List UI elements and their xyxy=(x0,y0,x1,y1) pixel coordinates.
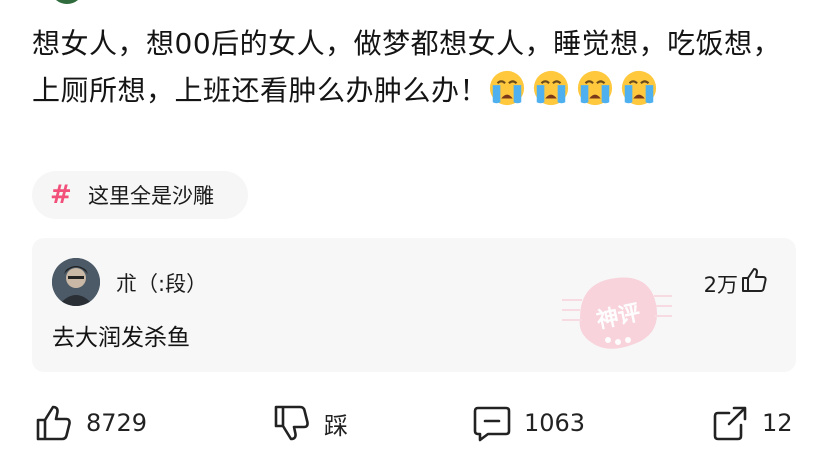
thumbs-down-icon xyxy=(274,405,309,441)
topic-tag[interactable]: # 这里全是沙雕 xyxy=(32,171,248,219)
like-button[interactable]: 8729 xyxy=(34,392,147,454)
comment-icon xyxy=(473,406,511,442)
dislike-label: 踩 xyxy=(324,411,348,440)
thumbs-up-icon xyxy=(36,405,71,441)
god-comment-stamp: 神评 xyxy=(562,277,672,349)
hot-comment-card[interactable]: 神评 朮（:段） 2万 去大润发杀鱼 xyxy=(32,238,796,372)
action-bar: 8729 踩 1063 12 xyxy=(0,392,828,454)
commenter-avatar[interactable] xyxy=(52,258,100,306)
comment-like-count: 2万 xyxy=(703,273,738,297)
dislike-button[interactable]: 踩 xyxy=(272,392,348,454)
post-content: 想女人，想00后的女人，做梦都想女人，睡觉想，吃饭想，上厕所想，上班还看肿么办肿… xyxy=(32,20,802,114)
topic-label: 这里全是沙雕 xyxy=(88,184,214,208)
thumbs-up-icon[interactable] xyxy=(740,266,768,294)
crying-face-icon xyxy=(488,69,526,107)
crying-face-icon xyxy=(532,69,570,107)
comment-text: 去大润发杀鱼 xyxy=(52,325,190,351)
comment-button[interactable]: 1063 xyxy=(472,392,585,454)
share-button[interactable]: 12 xyxy=(710,392,793,454)
comment-count: 1063 xyxy=(524,409,586,437)
share-count: 12 xyxy=(762,409,793,437)
commenter-username[interactable]: 朮（:段） xyxy=(116,268,207,298)
crying-face-icon xyxy=(620,69,658,107)
crying-face-icon xyxy=(576,69,614,107)
post-text: 想女人，想00后的女人，做梦都想女人，睡觉想，吃饭想，上厕所想，上班还看肿么办肿… xyxy=(32,27,782,107)
share-icon xyxy=(713,406,747,441)
like-count: 8729 xyxy=(86,409,148,437)
hashtag-icon: # xyxy=(50,180,72,210)
poster-avatar[interactable] xyxy=(52,0,82,4)
